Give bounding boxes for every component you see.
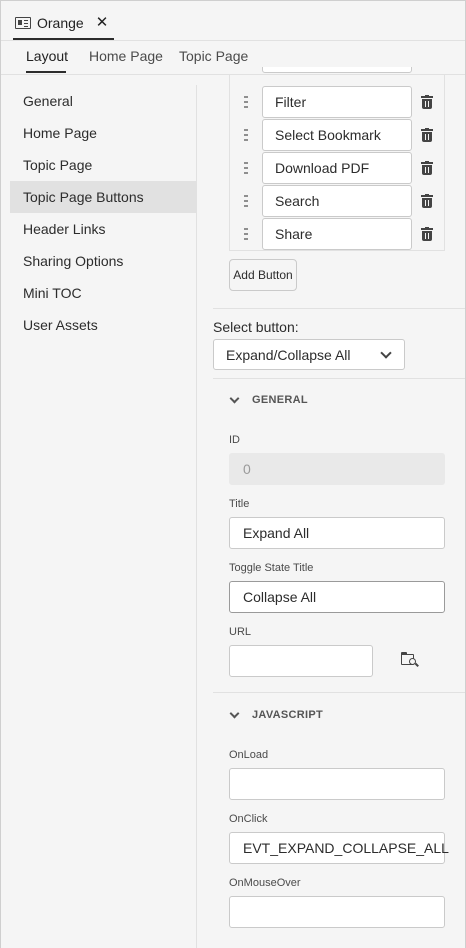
select-button-label: Select button: xyxy=(213,319,299,335)
divider xyxy=(213,308,465,309)
section-javascript-header[interactable]: JAVASCRIPT xyxy=(229,705,323,725)
document-tab-bar: Orange ✕ xyxy=(1,1,465,41)
trash-icon[interactable] xyxy=(421,128,433,142)
left-nav: General Home Page Topic Page Topic Page … xyxy=(1,85,196,948)
drag-handle-icon[interactable] xyxy=(244,195,248,207)
button-name-field[interactable]: Search xyxy=(262,185,412,217)
add-button[interactable]: Add Button xyxy=(229,259,297,291)
drag-handle-icon[interactable] xyxy=(244,162,248,174)
toggle-state-title-label: Toggle State Title xyxy=(229,562,314,574)
section-general-title: GENERAL xyxy=(252,394,308,406)
browse-folder-icon[interactable] xyxy=(401,652,419,668)
divider xyxy=(213,692,465,693)
onload-field[interactable] xyxy=(229,768,445,800)
panel-frame: Orange ✕ Layout Home Page Topic Page Gen… xyxy=(0,0,466,948)
button-name-field[interactable]: Select Bookmark xyxy=(262,119,412,151)
id-label: ID xyxy=(229,434,240,446)
trash-icon[interactable] xyxy=(421,194,433,208)
id-field: 0 xyxy=(229,453,445,485)
nav-item-general[interactable]: General xyxy=(10,85,196,117)
title-label: Title xyxy=(229,498,250,510)
list-item: Download PDF xyxy=(230,152,446,185)
drag-handle-icon[interactable] xyxy=(244,96,248,108)
button-name-field[interactable] xyxy=(262,67,412,73)
nav-item-topic-page-buttons[interactable]: Topic Page Buttons xyxy=(10,181,196,213)
nav-item-user-assets[interactable]: User Assets xyxy=(10,309,196,341)
select-button-value: Expand/Collapse All xyxy=(226,346,351,363)
onmouseover-label: OnMouseOver xyxy=(229,877,301,889)
document-title: Orange xyxy=(37,14,84,31)
title-field[interactable]: Expand All xyxy=(229,517,445,549)
close-icon[interactable]: ✕ xyxy=(96,15,109,30)
properties-panel: Filter Select Bookmark Download PDF Sear… xyxy=(197,67,465,948)
list-item-partial xyxy=(230,67,446,75)
toggle-state-title-field[interactable]: Collapse All xyxy=(229,581,445,613)
nav-item-mini-toc[interactable]: Mini TOC xyxy=(10,277,196,309)
document-tab[interactable]: Orange ✕ xyxy=(13,7,115,40)
tab-layout[interactable]: Layout xyxy=(26,48,68,64)
nav-item-header-links[interactable]: Header Links xyxy=(10,213,196,245)
onclick-field[interactable]: EVT_EXPAND_COLLAPSE_ALL xyxy=(229,832,449,864)
active-tab-indicator xyxy=(26,71,66,73)
list-item: Select Bookmark xyxy=(230,119,446,152)
document-icon xyxy=(15,16,31,29)
nav-item-topic-page[interactable]: Topic Page xyxy=(10,149,196,181)
list-item: Search xyxy=(230,185,446,218)
trash-icon[interactable] xyxy=(421,95,433,109)
button-list: Filter Select Bookmark Download PDF Sear… xyxy=(229,67,446,251)
chevron-down-icon xyxy=(229,708,240,718)
nav-item-sharing-options[interactable]: Sharing Options xyxy=(10,245,196,277)
drag-handle-icon[interactable] xyxy=(244,228,248,240)
onmouseover-field[interactable] xyxy=(229,896,445,928)
trash-icon[interactable] xyxy=(421,227,433,241)
drag-handle-icon[interactable] xyxy=(244,129,248,141)
trash-icon[interactable] xyxy=(421,161,433,175)
tab-home-page[interactable]: Home Page xyxy=(89,48,163,64)
chevron-down-icon xyxy=(229,393,240,403)
url-field[interactable] xyxy=(229,645,373,677)
onload-label: OnLoad xyxy=(229,749,269,761)
button-name-field[interactable]: Filter xyxy=(262,86,412,118)
tab-topic-page[interactable]: Topic Page xyxy=(179,48,248,64)
select-button-dropdown[interactable]: Expand/Collapse All xyxy=(213,339,405,370)
button-name-field[interactable]: Download PDF xyxy=(262,152,412,184)
section-general-header[interactable]: GENERAL xyxy=(229,390,308,410)
list-item: Share xyxy=(230,218,446,251)
chevron-down-icon xyxy=(380,347,392,359)
section-javascript-title: JAVASCRIPT xyxy=(252,709,324,721)
onclick-label: OnClick xyxy=(229,813,268,825)
button-name-field[interactable]: Share xyxy=(262,218,412,250)
nav-item-home-page[interactable]: Home Page xyxy=(10,117,196,149)
list-item: Filter xyxy=(230,86,446,119)
url-label: URL xyxy=(229,626,252,638)
divider xyxy=(213,378,465,379)
